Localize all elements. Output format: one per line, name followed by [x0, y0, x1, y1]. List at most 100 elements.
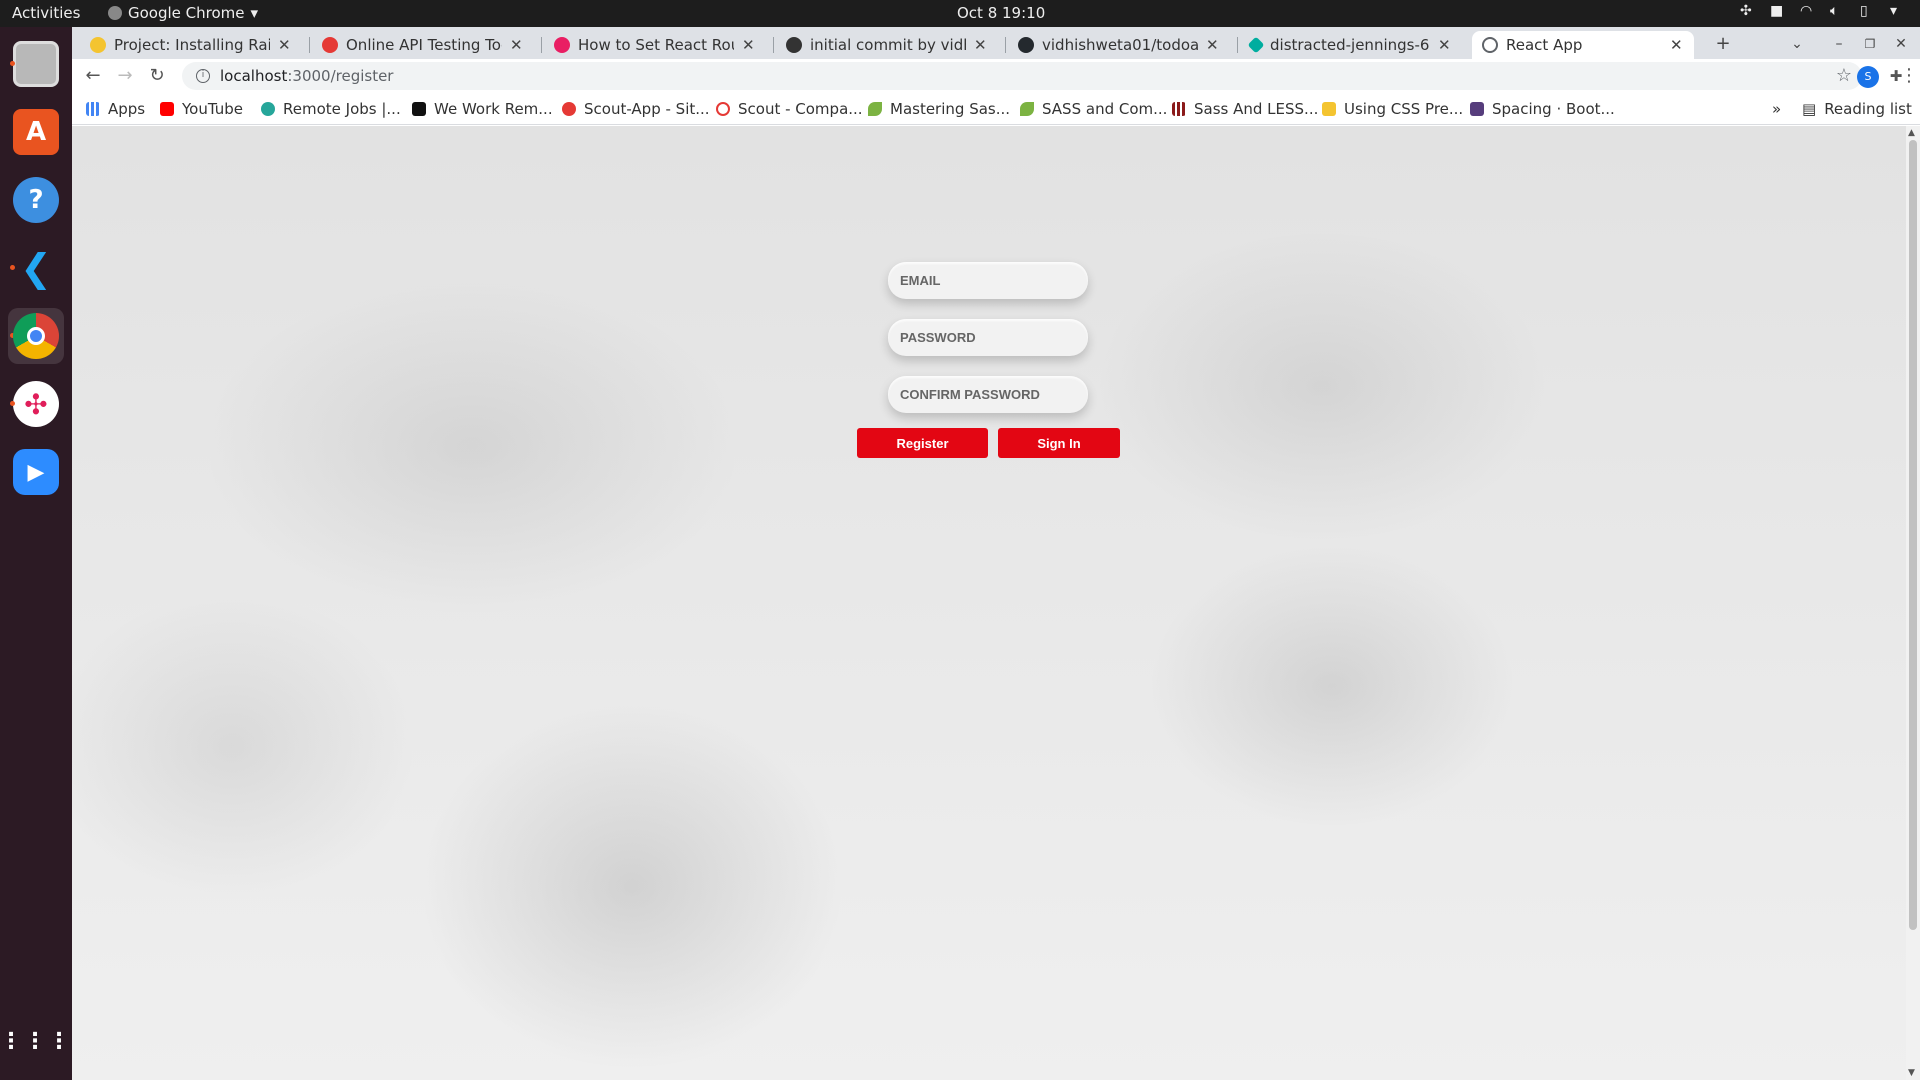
bookmark-remote-jobs[interactable]: Remote Jobs |... [261, 100, 401, 118]
tab-5[interactable]: distracted-jennings-6de ✕ [1240, 31, 1462, 59]
dock-files[interactable] [8, 36, 64, 92]
dock-software[interactable]: A [8, 104, 64, 160]
dock-vscode[interactable]: ❮ [8, 240, 64, 296]
activities-button[interactable]: Activities [12, 4, 80, 22]
tab-4[interactable]: vidhishweta01/todoapi ✕ [1008, 31, 1230, 59]
bookmark-we-work-remotely[interactable]: We Work Rem... [412, 100, 553, 118]
site-info-icon[interactable]: i [196, 69, 210, 83]
sign-in-button[interactable]: Sign In [998, 428, 1120, 458]
new-tab-button[interactable]: + [1712, 33, 1734, 55]
tab-title: Online API Testing Tool | [346, 36, 502, 54]
tab-title: distracted-jennings-6de [1270, 36, 1430, 54]
running-indicator [10, 401, 15, 406]
bookmark-sass-and-com[interactable]: SASS and Com... [1020, 100, 1167, 118]
back-arrow-icon[interactable]: ← [82, 65, 104, 87]
more-bookmarks-button[interactable]: » [1772, 100, 1781, 118]
close-tab-icon[interactable]: ✕ [742, 36, 756, 54]
url-path: :3000/register [287, 67, 394, 85]
tab-1[interactable]: Online API Testing Tool | ✕ [312, 31, 534, 59]
reading-list-button[interactable]: ▤ Reading list [1802, 100, 1912, 118]
chrome-small-icon [108, 6, 122, 20]
register-button[interactable]: Register [857, 428, 988, 458]
bookmark-sass-and-less[interactable]: Sass And LESS... [1172, 100, 1318, 118]
tab-3[interactable]: initial commit by vidhish ✕ [776, 31, 998, 59]
bookmark-label: Apps [108, 100, 146, 118]
restore-window-icon[interactable]: ❐ [1859, 33, 1881, 55]
tab-separator [1237, 37, 1238, 53]
bookmark-scout-app[interactable]: Scout-App - Sit... [562, 100, 710, 118]
bookmark-star-icon[interactable]: ☆ [1836, 65, 1852, 86]
bookmark-using-css[interactable]: Using CSS Pre... [1322, 100, 1463, 118]
bookmark-label: Sass And LESS... [1194, 100, 1319, 118]
wwr-icon [412, 102, 426, 116]
close-window-icon[interactable]: ✕ [1890, 33, 1912, 55]
dock-slack[interactable]: ✣ [8, 376, 64, 432]
caret-down-icon: ▾ [250, 4, 259, 22]
reload-icon[interactable]: ↻ [146, 65, 168, 87]
zoom-tray-icon[interactable]: ■ [1770, 3, 1786, 19]
close-tab-icon[interactable]: ✕ [974, 36, 988, 54]
clock[interactable]: Oct 8 19:10 [957, 4, 1045, 22]
globe-icon [1482, 37, 1498, 53]
dock-help[interactable]: ? [8, 172, 64, 228]
bookmark-scout-company[interactable]: Scout - Compa... [716, 100, 863, 118]
show-applications-button[interactable]: ⋮⋮⋮ [0, 1013, 72, 1069]
profile-avatar[interactable]: S [1857, 66, 1879, 88]
scrollbar-thumb[interactable] [1909, 140, 1917, 930]
zoom-icon: ▶ [13, 449, 59, 495]
scroll-up-arrow-icon[interactable]: ▲ [1908, 128, 1915, 138]
bookmark-mastering-sass[interactable]: Mastering Sas... [868, 100, 1010, 118]
bookmark-label: Mastering Sas... [890, 100, 1011, 118]
address-bar[interactable]: i localhost:3000/register ☆ [182, 62, 1862, 90]
close-tab-icon[interactable]: ✕ [278, 36, 292, 54]
tab-separator [773, 37, 774, 53]
app-menu[interactable]: Google Chrome ▾ [108, 4, 258, 22]
apps-grid-icon [86, 102, 100, 116]
tab-0[interactable]: Project: Installing Rails | ✕ [80, 31, 302, 59]
confirm-password-field[interactable] [888, 376, 1088, 413]
tab-2[interactable]: How to Set React Router ✕ [544, 31, 766, 59]
dock-chrome[interactable] [8, 308, 64, 364]
chrome-menu-icon[interactable]: ⋮ [1900, 65, 1918, 87]
page-scrollbar[interactable]: ▲ ▼ [1906, 126, 1920, 1080]
system-top-bar: Activities Google Chrome ▾ Oct 8 19:10 ✣… [0, 0, 1920, 27]
bookmark-label: Using CSS Pre... [1344, 100, 1464, 118]
forward-arrow-icon[interactable]: → [114, 65, 136, 87]
close-tab-icon[interactable]: ✕ [510, 36, 524, 54]
grid-icon [1172, 102, 1186, 116]
app-grid-icon: ⋮⋮⋮ [0, 1028, 72, 1054]
bookmark-label: Remote Jobs |... [283, 100, 401, 118]
close-tab-icon[interactable]: ✕ [1206, 36, 1220, 54]
github-icon [1018, 37, 1034, 53]
power-menu-icon[interactable]: ▾ [1890, 3, 1906, 19]
tab-favicon [322, 37, 338, 53]
running-indicator [10, 61, 15, 66]
email-field[interactable] [888, 262, 1088, 299]
close-tab-icon[interactable]: ✕ [1670, 36, 1684, 54]
app-menu-label: Google Chrome [128, 4, 245, 22]
slack-tray-icon[interactable]: ✣ [1740, 3, 1756, 19]
bookmark-label: Spacing · Boot... [1492, 100, 1615, 118]
close-tab-icon[interactable]: ✕ [1438, 36, 1452, 54]
bookmark-youtube[interactable]: YouTube [160, 100, 243, 118]
system-tray[interactable]: ✣ ■ ◠ 🔈︎ ▯ ▾ [1740, 3, 1906, 19]
bookmark-apps[interactable]: Apps [86, 100, 145, 118]
minimize-window-icon[interactable]: – [1828, 33, 1850, 55]
tab-title: React App [1506, 36, 1583, 54]
tab-title: vidhishweta01/todoapi [1042, 36, 1198, 54]
dock: A ? ❮ ✣ ▶ ⋮⋮⋮ [0, 27, 72, 1080]
bookmark-label: Scout - Compa... [738, 100, 863, 118]
tab-active[interactable]: React App ✕ [1472, 31, 1694, 59]
remote-jobs-icon [261, 102, 275, 116]
scout-icon [562, 102, 576, 116]
trophy-icon [1322, 102, 1336, 116]
password-field[interactable] [888, 319, 1088, 356]
tab-strip: Project: Installing Rails | ✕ Online API… [72, 27, 1920, 59]
tab-search-icon[interactable]: ⌄ [1786, 33, 1808, 55]
bookmarks-bar: Apps YouTube Remote Jobs |... We Work Re… [72, 93, 1920, 125]
bootstrap-icon [1470, 102, 1484, 116]
bookmark-spacing-bootstrap[interactable]: Spacing · Boot... [1470, 100, 1615, 118]
dock-zoom[interactable]: ▶ [8, 444, 64, 500]
scroll-down-arrow-icon[interactable]: ▼ [1908, 1068, 1915, 1078]
scout-company-icon [716, 102, 730, 116]
